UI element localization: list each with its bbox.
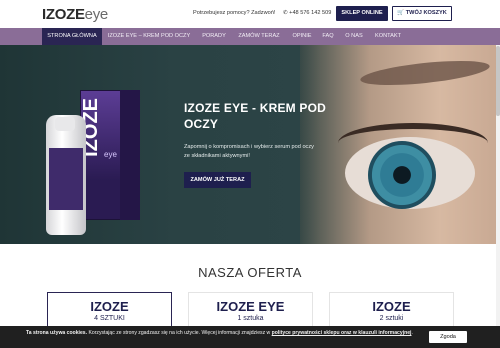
basket-icon: 🛒 [397, 10, 405, 16]
offer-card-name: IZOZE [372, 299, 411, 314]
privacy-policy-link[interactable]: polityce prywatności sklepu oraz w klauz… [272, 330, 412, 336]
nav-item-tips[interactable]: PORADY [196, 28, 232, 45]
phone-icon: ✆ [283, 10, 288, 16]
offer-title: NASZA OFERTA [198, 265, 302, 280]
help-text: Potrzebujesz pomocy? Zadzwoń! [193, 10, 276, 16]
nav-item-reviews[interactable]: OPINIE [288, 28, 316, 45]
cookie-bar: Ta strona używa cookies. Korzystając ze … [0, 326, 500, 348]
offer-card-name: IZOZE [90, 299, 129, 314]
product-box-brand: IZOZE [80, 98, 102, 157]
cart-button[interactable]: 🛒 TWÓJ KOSZYK [392, 6, 452, 21]
nav-item-about[interactable]: O NAS [340, 28, 368, 45]
site-header: IZOZEeye Potrzebujesz pomocy? Zadzwoń! ✆… [0, 0, 500, 28]
hero-subtitle: Zapomnij o kompromisach i wybierz serum … [184, 144, 314, 159]
offer-card-qty: 1 sztuka [237, 315, 264, 322]
nav-item-faq[interactable]: FAQ [318, 28, 338, 45]
nav-item-contact[interactable]: KONTAKT [370, 28, 406, 45]
hero-title: IZOZE EYE - KREM POD OCZY [184, 101, 327, 131]
product-tube-label [49, 148, 83, 210]
offer-card-qty: 4 SZTUKI [94, 315, 125, 322]
cookie-accept-button[interactable]: Zgoda [429, 331, 467, 343]
eyelid [338, 123, 488, 163]
offer-card-qty: 2 sztuki [379, 315, 404, 322]
phone-number: +48 576 142 509 [289, 10, 332, 16]
nav-item-order[interactable]: ZAMÓW TERAZ [232, 28, 286, 45]
cart-button-label: TWÓJ KOSZYK [405, 10, 447, 16]
shop-online-button[interactable]: SKLEP ONLINE [336, 6, 388, 21]
logo[interactable]: IZOZEeye [42, 6, 108, 23]
offer-card-name: IZOZE EYE [216, 299, 285, 314]
product-tube-cap [55, 117, 75, 131]
phone-link[interactable]: ✆ +48 576 142 509 [283, 10, 331, 16]
nav-item-product[interactable]: IZOZE EYE – KREM POD OCZY [104, 28, 194, 45]
cookie-text: Ta strona używa cookies. Korzystając ze … [26, 330, 413, 336]
order-now-button[interactable]: ZAMÓW JUŻ TERAZ [184, 172, 251, 188]
main-nav: STRONA GŁÓWNA IZOZE EYE – KREM POD OCZY … [0, 28, 500, 45]
product-box-sub: eye [104, 150, 117, 159]
nav-item-home[interactable]: STRONA GŁÓWNA [42, 28, 102, 45]
scrollbar-thumb[interactable] [496, 46, 500, 116]
